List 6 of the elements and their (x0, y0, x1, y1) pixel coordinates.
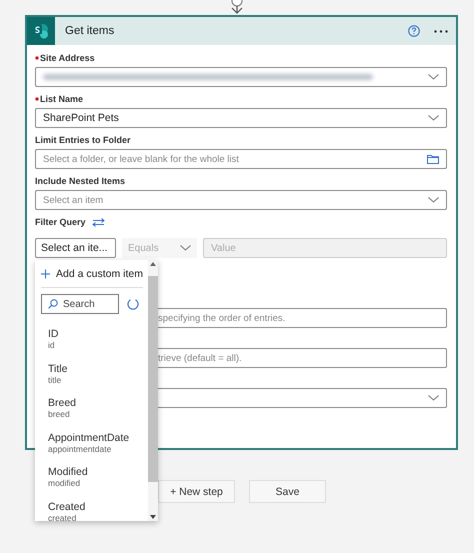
card-title: Get items (65, 25, 116, 37)
field-label: Limit Entries to Folder (35, 135, 131, 145)
field-label: Include Nested Items (35, 176, 126, 186)
field-label: List Name (40, 94, 84, 104)
field-label: Site Address (40, 53, 95, 63)
field-label: Filter Query (35, 217, 86, 227)
